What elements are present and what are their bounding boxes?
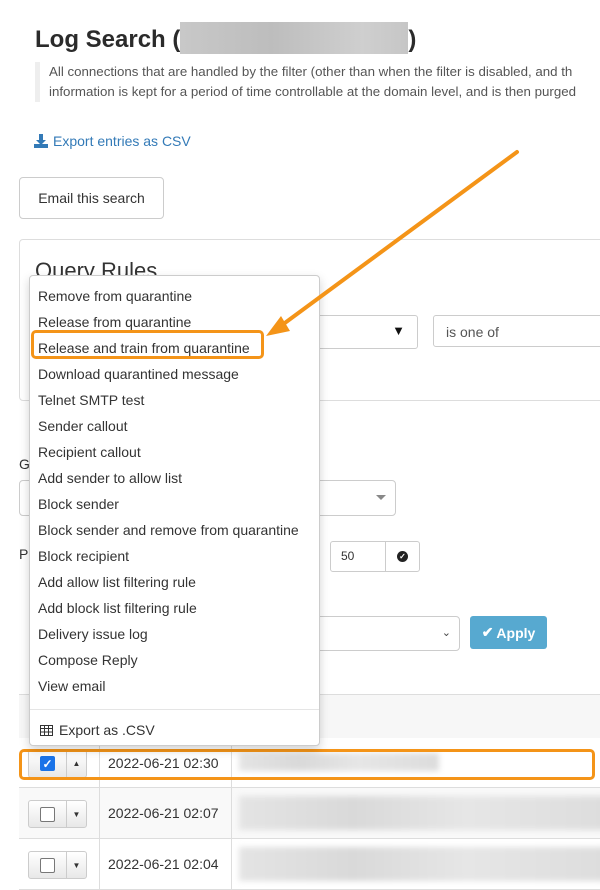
menu-item-recipient-callout[interactable]: Recipient callout — [30, 439, 319, 465]
page-title-prefix: Log Search ( — [35, 26, 181, 53]
menu-item-add-sender-to-allow-list[interactable]: Add sender to allow list — [30, 465, 319, 491]
row-actions-cell: ▼ — [19, 788, 100, 838]
export-csv-label: Export as .CSV — [59, 722, 155, 738]
row-date: 2022-06-21 02:04 — [108, 856, 219, 872]
menu-item-compose-reply[interactable]: Compose Reply — [30, 647, 319, 673]
menu-item-block-sender[interactable]: Block sender — [30, 491, 319, 517]
caret-down-icon — [376, 495, 386, 500]
row-actions-cell: ▼ — [19, 839, 100, 889]
row-action-group: ▼ — [28, 800, 87, 828]
apply-button[interactable]: ✔ Apply — [470, 616, 547, 649]
chevron-down-icon: ⌄ — [441, 627, 451, 639]
menu-item-remove-from-quarantine[interactable]: Remove from quarantine — [30, 283, 319, 309]
redacted-content — [239, 847, 600, 881]
menu-item-sender-callout[interactable]: Sender callout — [30, 413, 319, 439]
menu-item-view-email[interactable]: View email — [30, 673, 319, 699]
export-entries-csv-label: Export entries as CSV — [53, 133, 191, 149]
menu-item-telnet-smtp-test[interactable]: Telnet SMTP test — [30, 387, 319, 413]
annotation-highlight-row — [19, 749, 595, 780]
page-title: Log Search () — [35, 22, 416, 54]
email-this-search-button[interactable]: Email this search — [19, 177, 164, 219]
checkbox-box — [40, 806, 55, 822]
annotation-highlight-menu-item — [31, 330, 264, 359]
menu-item-download-quarantined-message[interactable]: Download quarantined message — [30, 361, 319, 387]
redacted-content — [239, 796, 600, 830]
check-icon: ✔ — [481, 624, 494, 640]
redacted-domain — [180, 22, 409, 54]
cell-divider — [231, 788, 232, 838]
menu-item-block-recipient[interactable]: Block recipient — [30, 543, 319, 569]
menu-divider — [30, 709, 319, 710]
caret-down-icon: ▼ — [72, 860, 81, 870]
page-description: All connections that are handled by the … — [35, 62, 600, 102]
menu-item-block-sender-and-remove-from-quarantine[interactable]: Block sender and remove from quarantine — [30, 517, 319, 543]
download-icon — [34, 134, 48, 148]
caret-down-icon: ▼ — [392, 323, 405, 338]
row-menu-toggle[interactable]: ▼ — [67, 801, 86, 827]
per-page-input[interactable]: 50 — [331, 542, 386, 571]
row-date: 2022-06-21 02:07 — [108, 805, 219, 821]
apply-label: Apply — [496, 624, 536, 641]
row-select-checkbox[interactable] — [29, 801, 67, 827]
description-line: All connections that are handled by the … — [49, 64, 573, 79]
menu-item-export-csv[interactable]: Export as .CSV — [30, 719, 319, 741]
menu-item-add-block-list-filtering-rule[interactable]: Add block list filtering rule — [30, 595, 319, 621]
per-page-confirm-button[interactable]: ✓ — [386, 542, 419, 571]
table-row: ▼ 2022-06-21 02:04 — [19, 839, 600, 890]
bulk-action-select[interactable]: ⌄ — [300, 616, 460, 651]
checkbox-box — [40, 857, 55, 873]
cell-divider — [231, 839, 232, 889]
table-icon — [40, 724, 53, 736]
check-circle-icon: ✓ — [397, 551, 408, 562]
per-page-input-group: 50 ✓ — [330, 541, 420, 572]
export-entries-csv-link[interactable]: Export entries as CSV — [34, 133, 191, 149]
row-select-checkbox[interactable] — [29, 852, 67, 878]
row-action-group: ▼ — [28, 851, 87, 879]
caret-down-icon: ▼ — [72, 809, 81, 819]
description-line: information is kept for a period of time… — [49, 84, 577, 99]
menu-item-add-allow-list-filtering-rule[interactable]: Add allow list filtering rule — [30, 569, 319, 595]
row-menu-toggle[interactable]: ▼ — [67, 852, 86, 878]
operator-select[interactable]: is one of — [433, 315, 600, 347]
table-row: ▼ 2022-06-21 02:07 — [19, 788, 600, 839]
page-title-suffix: ) — [408, 26, 417, 53]
per-page-label: P — [19, 546, 29, 562]
menu-item-delivery-issue-log[interactable]: Delivery issue log — [30, 621, 319, 647]
